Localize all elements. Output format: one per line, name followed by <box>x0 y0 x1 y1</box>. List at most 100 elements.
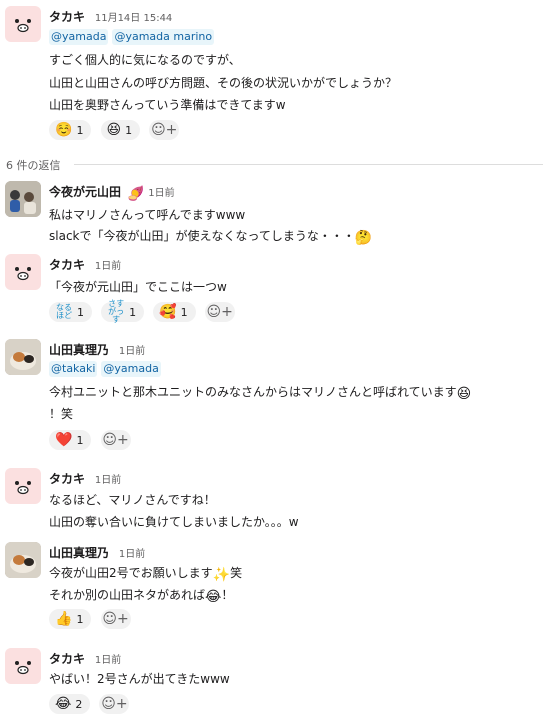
message-header: 山田真理乃 1日前 <box>49 544 145 561</box>
add-reaction-icon[interactable]: ☺+ <box>204 302 235 322</box>
timestamp[interactable]: 1日前 <box>148 188 174 199</box>
reply-message: 山田真理乃 1日前 @takaki @yamada 今村ユニットと那木ユニットのみ… <box>0 339 551 454</box>
reply-message: タカキ 1日前 「今夜が元山田」でここは一つw なるほど 1 さすがっす 1 🥰 1 … <box>0 254 551 324</box>
message-text: 山田と山田さんの呼び方問題、その後の状況いかがでしょうか？ <box>49 76 398 90</box>
message-text: ！ <box>221 588 234 602</box>
mention-yamada[interactable]: @yamada <box>101 361 161 377</box>
add-reaction-icon[interactable]: ☺+ <box>149 120 180 140</box>
mention-yamada-marino[interactable]: @yamada marino <box>112 29 215 45</box>
add-reaction-icon[interactable]: ☺+ <box>100 609 131 629</box>
joy-emoji-icon: 😂 <box>205 589 222 605</box>
timestamp[interactable]: 1日前 <box>119 346 145 357</box>
joy-emoji-icon: 😂 <box>55 696 72 712</box>
reaction-sasugassu[interactable]: さすがっす 1 <box>101 299 145 324</box>
message-text-line: 今村ユニットと那木ユニットのみなさんからはマリノさんと呼ばれています😆 <box>49 383 471 402</box>
thinking-emoji-icon: 🤔 <box>354 230 373 246</box>
reply-message: タカキ 1日前 なるほど、マリノさんですね！ 山田の奪い合いに負けてしまいました… <box>0 468 551 529</box>
message-header: 今夜が元山田 🍠 1日前 <box>49 183 175 202</box>
message-text: やばい！2号さんが出てきたwww <box>49 672 230 686</box>
reaction-bar: なるほど 1 さすがっす 1 🥰 1 ☺+ <box>49 299 235 324</box>
laughing-emoji-icon: 😆 <box>106 122 122 138</box>
reaction-count: 2 <box>75 697 83 711</box>
author-name[interactable]: タカキ <box>49 258 85 272</box>
message-text: なるほど、マリノさんですね！ <box>49 493 216 507</box>
pig-avatar-icon[interactable] <box>5 6 41 42</box>
message-text: 私はマリノさんって呼んでますwww <box>49 208 246 222</box>
reaction-heart[interactable]: ❤️ 1 <box>49 430 92 450</box>
reaction-bar: 👍 1 ☺+ <box>49 609 131 631</box>
message-header: タカキ 1日前 <box>49 650 121 667</box>
reaction-smiling-hearts[interactable]: 🥰 1 <box>153 302 196 322</box>
sparkles-emoji-icon: ✨ <box>212 567 231 583</box>
reaction-count: 1 <box>180 305 188 319</box>
message-header: 山田真理乃 1日前 <box>49 341 145 358</box>
naruhodo-emoji-icon: なるほど <box>56 303 72 320</box>
root-message: タカキ 11月14日 15:44 @yamada @yamada marino す… <box>0 6 551 146</box>
message-text: 山田の奪い合いに負けてしまいましたか。。。w <box>49 515 299 529</box>
reaction-bar: 😂 2 ☺+ <box>49 694 130 716</box>
reaction-relaxed[interactable]: ☺️ 1 <box>49 120 92 140</box>
timestamp[interactable]: 11月14日 15:44 <box>95 13 172 24</box>
message-text: 山田を奥野さんっていう準備はできてますw <box>49 98 286 112</box>
timestamp[interactable]: 1日前 <box>119 549 145 560</box>
message-text-line: slackで「今夜が山田」が使えなくなってしまうな・・・🤔 <box>49 227 372 246</box>
message-text-line: それか別の山田ネタがあれば😂！ <box>49 586 233 605</box>
sweet-potato-icon: 🍠 <box>127 186 145 202</box>
reaction-joy[interactable]: 😂 2 <box>49 694 91 714</box>
reaction-bar: ❤️ 1 ☺+ <box>49 430 131 452</box>
pig-avatar-icon[interactable] <box>5 254 41 290</box>
reply-message: 山田真理乃 1日前 今夜が山田2号でお願いします✨笑 それか別の山田ネタがあれば… <box>0 542 551 637</box>
reaction-count: 1 <box>129 305 137 319</box>
mention-takaki[interactable]: @takaki <box>49 361 98 377</box>
mention-yamada[interactable]: @yamada <box>49 29 109 45</box>
message-text: すごく個人的に気になるのですが、 <box>49 53 241 67</box>
timestamp[interactable]: 1日前 <box>95 261 121 272</box>
add-reaction-icon[interactable]: ☺+ <box>100 430 131 450</box>
message-header: タカキ 11月14日 15:44 <box>49 8 172 25</box>
message-text-line: 今夜が山田2号でお願いします✨笑 <box>49 564 242 583</box>
reaction-thumbsup[interactable]: 👍 1 <box>49 609 92 629</box>
reaction-bar: ☺️ 1 😆 1 ☺+ <box>49 120 180 142</box>
thumbsup-emoji-icon: 👍 <box>55 611 73 627</box>
reaction-count: 1 <box>76 612 84 626</box>
reply-message: タカキ 1日前 やばい！2号さんが出てきたwww 😂 2 ☺+ <box>0 648 551 718</box>
relaxed-emoji-icon: ☺️ <box>55 122 73 138</box>
message-text: slackで「今夜が山田」が使えなくなってしまうな・・・ <box>49 229 355 243</box>
message-header: タカキ 1日前 <box>49 256 121 273</box>
message-text: ！笑 <box>49 407 74 421</box>
timestamp[interactable]: 1日前 <box>95 475 121 486</box>
reply-message: 今夜が元山田 🍠 1日前 私はマリノさんって呼んでますwww slackで「今夜が… <box>0 181 551 246</box>
message-text: 笑 <box>230 566 243 580</box>
reaction-count: 1 <box>77 305 84 319</box>
user-photo-avatar[interactable] <box>5 339 41 375</box>
user-photo-avatar[interactable] <box>5 542 41 578</box>
user-photo-avatar[interactable] <box>5 181 41 217</box>
reaction-naruhodo[interactable]: なるほど 1 <box>49 302 92 322</box>
mention-line: @yamada @yamada marino <box>49 29 218 45</box>
replies-count-label: 6 件の返信 <box>6 159 61 172</box>
heart-emoji-icon: ❤️ <box>55 432 73 448</box>
sasugassu-emoji-icon: さすがっす <box>108 299 125 324</box>
author-name[interactable]: 山田真理乃 <box>49 546 109 560</box>
message-header: タカキ 1日前 <box>49 470 121 487</box>
author-name[interactable]: タカキ <box>49 652 85 666</box>
message-text: 今夜が山田2号でお願いします <box>49 566 213 580</box>
author-name[interactable]: タカキ <box>49 472 85 486</box>
message-text: 今村ユニットと那木ユニットのみなさんからはマリノさんと呼ばれています <box>49 385 457 399</box>
reaction-count: 1 <box>76 123 84 137</box>
add-reaction-icon[interactable]: ☺+ <box>99 694 130 714</box>
author-name[interactable]: タカキ <box>49 10 85 24</box>
reaction-laughing[interactable]: 😆 1 <box>100 120 141 140</box>
author-name[interactable]: 山田真理乃 <box>49 343 109 357</box>
reaction-count: 1 <box>125 123 133 137</box>
pig-avatar-icon[interactable] <box>5 648 41 684</box>
smiling-hearts-emoji-icon: 🥰 <box>159 304 177 320</box>
mention-line: @takaki @yamada <box>49 361 165 377</box>
message-text: 「今夜が元山田」でここは一つw <box>49 280 227 294</box>
divider-line <box>74 164 543 165</box>
timestamp[interactable]: 1日前 <box>95 655 121 666</box>
reaction-count: 1 <box>76 433 84 447</box>
pig-avatar-icon[interactable] <box>5 468 41 504</box>
author-name[interactable]: 今夜が元山田 <box>49 185 121 199</box>
laughing-emoji-icon: 😆 <box>456 386 472 402</box>
